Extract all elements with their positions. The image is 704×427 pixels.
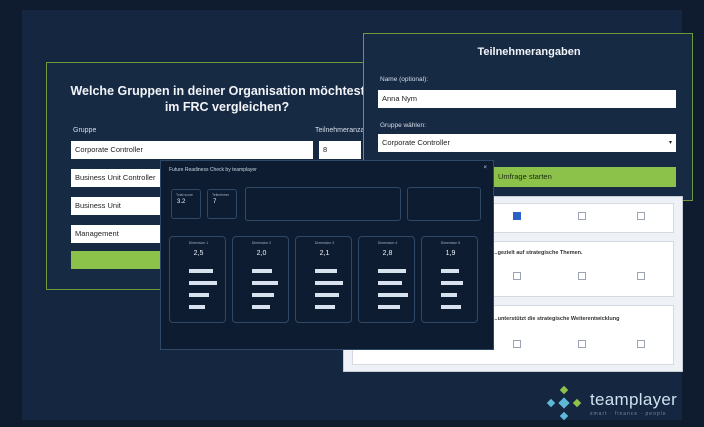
comparison-box bbox=[407, 187, 481, 221]
dimension-card-5: Dimension 5 1,9 bbox=[421, 236, 478, 323]
score-bar bbox=[315, 281, 343, 285]
group-select-label: Gruppe wählen: bbox=[380, 122, 426, 129]
score-bar bbox=[252, 305, 270, 309]
group-question-title: Welche Gruppen in deiner Organisation mö… bbox=[70, 84, 384, 114]
group-select[interactable]: Corporate Controller ▾ bbox=[378, 134, 676, 152]
participant-title: Teilnehmerangaben bbox=[477, 46, 581, 58]
answer-option[interactable] bbox=[578, 272, 586, 280]
dimension-card-3: Dimension 3 2,1 bbox=[295, 236, 352, 323]
count-column-label: Teilnehmeranzahl bbox=[315, 127, 370, 134]
dimension-score: 2,1 bbox=[319, 250, 330, 257]
answer-option[interactable] bbox=[513, 272, 521, 280]
dimension-title: Dimension 4 bbox=[377, 241, 398, 245]
answer-option[interactable] bbox=[513, 340, 521, 348]
score-bar bbox=[315, 269, 337, 273]
name-input[interactable]: Anna Nym bbox=[378, 90, 676, 108]
answer-option[interactable] bbox=[637, 272, 645, 280]
score-bar bbox=[189, 293, 209, 297]
total-score-label: Total score bbox=[176, 193, 193, 197]
score-bar bbox=[252, 269, 272, 273]
count-input-1[interactable]: 8 bbox=[319, 141, 361, 159]
dimension-score: 2,5 bbox=[193, 250, 204, 257]
chevron-down-icon: ▾ bbox=[668, 140, 672, 146]
answer-option[interactable] bbox=[513, 212, 521, 220]
teamplayer-logo: teamplayer smart · finance · people bbox=[540, 385, 704, 427]
score-bar bbox=[315, 293, 339, 297]
dimension-title: Dimension 5 bbox=[440, 241, 461, 245]
total-score-value: 3.2 bbox=[177, 199, 186, 205]
logo-name: teamplayer bbox=[590, 390, 678, 409]
dimension-card-4: Dimension 4 2,8 bbox=[358, 236, 415, 323]
close-icon[interactable]: × bbox=[483, 165, 487, 171]
dimension-score: 1,9 bbox=[445, 250, 456, 257]
answer-option[interactable] bbox=[578, 340, 586, 348]
dimension-title: Dimension 2 bbox=[251, 241, 272, 245]
name-label: Name (optional): bbox=[380, 76, 429, 83]
group-select-value: Corporate Controller bbox=[382, 138, 450, 147]
score-bar bbox=[441, 281, 463, 285]
start-survey-button[interactable]: Umfrage starten bbox=[492, 167, 676, 187]
score-bar bbox=[378, 293, 408, 297]
answer-option[interactable] bbox=[637, 340, 645, 348]
results-dashboard: Future Readiness Check by teamplayer × T… bbox=[160, 160, 494, 350]
survey-question-text: ...gezielt auf strategische Themen. bbox=[493, 250, 583, 256]
score-bar bbox=[378, 305, 400, 309]
participants-box: Teilnehmer 7 bbox=[207, 189, 237, 219]
score-bar bbox=[252, 293, 274, 297]
logo-tagline: smart · finance · people bbox=[590, 411, 667, 417]
total-score-box: Total score 3.2 bbox=[171, 189, 201, 219]
score-bar bbox=[189, 281, 217, 285]
participants-label: Teilnehmer bbox=[212, 193, 230, 197]
dimension-score: 2,0 bbox=[256, 250, 267, 257]
dimension-title: Dimension 3 bbox=[314, 241, 335, 245]
answer-option[interactable] bbox=[637, 212, 645, 220]
score-bar bbox=[378, 281, 402, 285]
participants-value: 7 bbox=[213, 199, 217, 205]
score-bar bbox=[441, 293, 457, 297]
survey-question-text: ...unterstützt die strategische Weiteren… bbox=[493, 316, 620, 322]
teamplayer-logo-icon bbox=[546, 385, 582, 421]
group-scores-box bbox=[245, 187, 401, 221]
dimension-card-2: Dimension 2 2,0 bbox=[232, 236, 289, 323]
group-column-label: Gruppe bbox=[73, 127, 97, 134]
score-bar bbox=[441, 305, 461, 309]
score-bar bbox=[441, 269, 459, 273]
score-bar bbox=[189, 269, 213, 273]
dimension-score: 2,8 bbox=[382, 250, 393, 257]
dashboard-title: Future Readiness Check by teamplayer bbox=[169, 167, 257, 173]
score-bar bbox=[378, 269, 406, 273]
answer-option[interactable] bbox=[578, 212, 586, 220]
group-input-1[interactable]: Corporate Controller bbox=[71, 141, 313, 159]
score-bar bbox=[315, 305, 335, 309]
dimension-card-1: Dimension 1 2,5 bbox=[169, 236, 226, 323]
score-bar bbox=[252, 281, 278, 285]
dimension-title: Dimension 1 bbox=[188, 241, 209, 245]
score-bar bbox=[189, 305, 205, 309]
